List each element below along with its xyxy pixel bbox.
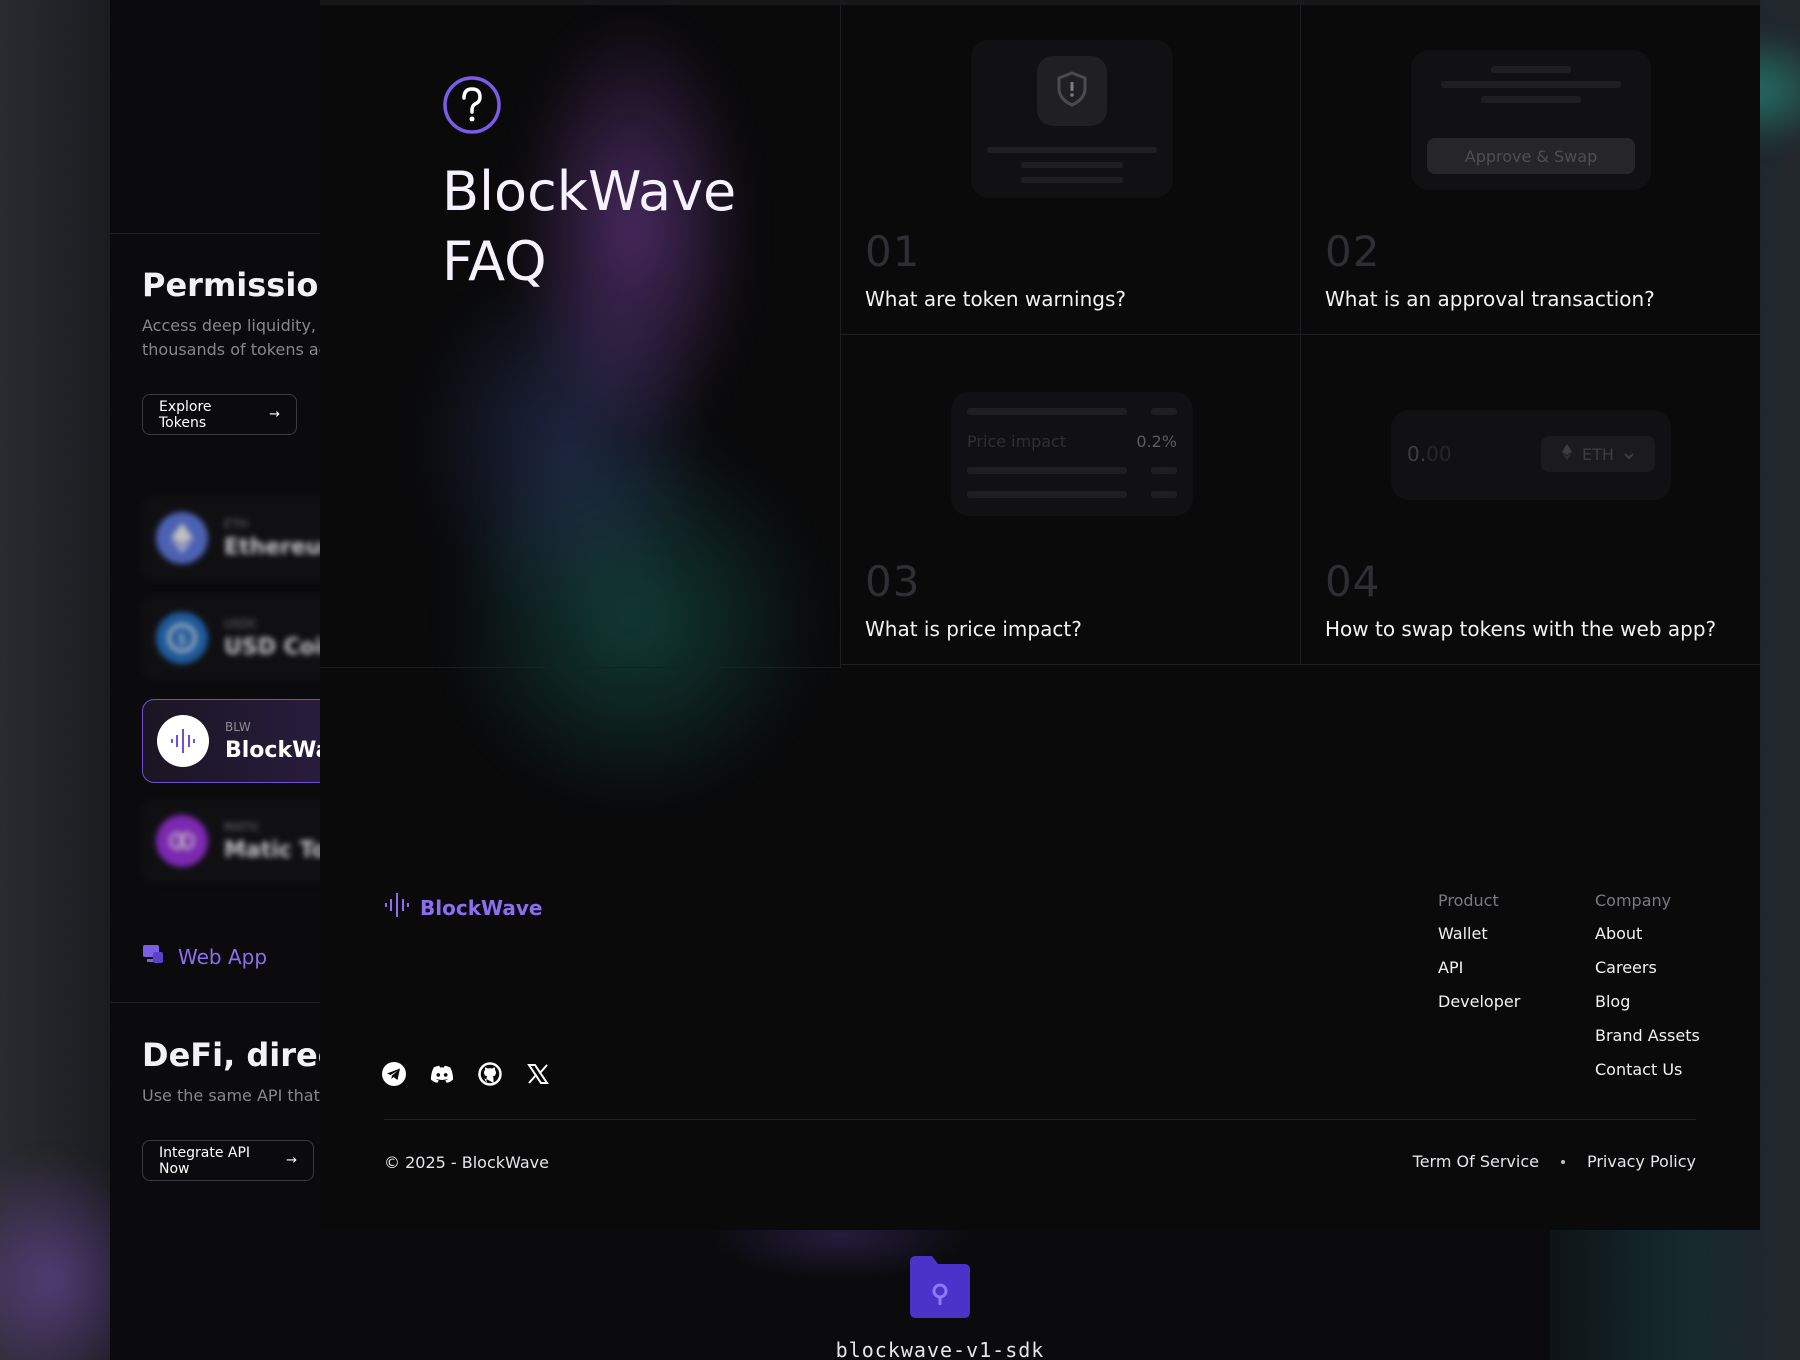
footer-divider	[384, 1119, 1696, 1120]
faq-title-line-2: FAQ	[442, 230, 547, 293]
footer-link-brand-assets[interactable]: Brand Assets	[1595, 1026, 1700, 1045]
footer-link-about[interactable]: About	[1595, 924, 1700, 943]
web-app-label: Web App	[178, 944, 268, 969]
footer-link-careers[interactable]: Careers	[1595, 958, 1700, 977]
amount-display: 0.00	[1407, 442, 1452, 466]
placeholder-bar	[1021, 162, 1123, 168]
faq-title-line-1: BlockWave	[442, 160, 737, 223]
token-name: Matic To	[224, 837, 327, 863]
faq-item-approval-transaction[interactable]: Approve & Swap 02 What is an approval tr…	[1301, 5, 1760, 335]
faq-title: BlockWave FAQ	[442, 157, 736, 297]
faq-item-number: 01	[865, 227, 921, 276]
privacy-policy-link[interactable]: Privacy Policy	[1587, 1152, 1696, 1171]
placeholder-bar	[1491, 66, 1571, 73]
token-select: ETH	[1541, 436, 1655, 472]
chevron-down-icon	[1624, 445, 1634, 464]
footer-column-heading: Product	[1438, 891, 1499, 910]
svg-text:$: $	[177, 629, 187, 648]
web-app-link[interactable]: Web App	[142, 944, 267, 969]
separator-dot	[1560, 1159, 1565, 1164]
ethereum-icon	[156, 512, 208, 564]
placeholder-bar	[967, 491, 1127, 498]
footer-column-company: Company About Careers Blog Brand Assets …	[1595, 891, 1700, 1094]
placeholder-bar	[1441, 81, 1621, 88]
shield-warning-box	[1037, 56, 1107, 126]
price-impact-illustration: Price impact 0.2%	[951, 392, 1193, 516]
arrow-right-icon: →	[269, 407, 280, 422]
placeholder-bar	[1151, 408, 1177, 415]
telegram-icon[interactable]	[382, 1062, 406, 1086]
footer-link-contact-us[interactable]: Contact Us	[1595, 1060, 1700, 1079]
footer-brand-link[interactable]: BlockWave	[384, 893, 542, 922]
shield-icon	[1056, 71, 1088, 111]
integrate-api-button[interactable]: Integrate API Now →	[142, 1140, 314, 1181]
token-symbol: BLW	[225, 719, 251, 734]
folder-icon[interactable]	[906, 1252, 974, 1320]
faq-panel: BlockWave FAQ 01 What are token warnings…	[320, 0, 1760, 1230]
usd-coin-icon: $	[156, 612, 208, 664]
blockwave-logo-icon	[157, 715, 209, 767]
price-impact-label: Price impact	[967, 432, 1067, 451]
footer-column-heading: Company	[1595, 891, 1672, 910]
placeholder-bar	[987, 147, 1157, 153]
ethereum-icon	[1562, 444, 1573, 464]
x-icon[interactable]	[526, 1062, 550, 1086]
folder-label: blockwave-v1-sdk	[835, 1338, 1045, 1360]
footer-column-product: Product Wallet API Developer	[1438, 891, 1520, 1026]
blockwave-logo-icon	[384, 893, 410, 922]
arrow-right-icon: →	[286, 1153, 297, 1168]
footer-link-api[interactable]: API	[1438, 958, 1520, 977]
approve-swap-button: Approve & Swap	[1427, 138, 1635, 174]
web-app-icon	[142, 944, 164, 969]
footer-brand-name: BlockWave	[420, 895, 543, 920]
faq-divider	[320, 667, 841, 668]
matic-icon	[156, 815, 208, 867]
placeholder-bar	[967, 408, 1127, 415]
placeholder-bar	[1021, 177, 1123, 183]
placeholder-bar	[967, 467, 1127, 474]
explore-tokens-label: Explore Tokens	[159, 398, 212, 431]
faq-item-token-warnings[interactable]: 01 What are token warnings?	[841, 5, 1301, 335]
legal-links: Term Of Service Privacy Policy	[1413, 1152, 1696, 1171]
faq-item-swap-tokens[interactable]: 0.00 ETH 04 How to swap tokens with the …	[1301, 335, 1760, 665]
faq-item-price-impact[interactable]: Price impact 0.2% 03 What is price impac…	[841, 335, 1301, 665]
token-name: BlockWa	[225, 737, 331, 763]
explore-tokens-button[interactable]: Explore Tokens →	[142, 394, 297, 435]
placeholder-bar	[1151, 491, 1177, 498]
token-warning-illustration	[971, 40, 1173, 198]
faq-item-number: 04	[1325, 557, 1381, 606]
defi-description: Use the same API that p	[142, 1086, 336, 1105]
copyright-text: © 2025 - BlockWave	[384, 1153, 549, 1172]
placeholder-bar	[1151, 467, 1177, 474]
social-links	[382, 1062, 550, 1086]
question-mark-icon	[442, 75, 502, 139]
faq-item-question: What are token warnings?	[865, 287, 1127, 311]
swap-input-illustration: 0.00 ETH	[1391, 410, 1671, 500]
footer-link-wallet[interactable]: Wallet	[1438, 924, 1520, 943]
faq-item-number: 02	[1325, 227, 1381, 276]
discord-icon[interactable]	[430, 1062, 454, 1086]
amount-int: 0.	[1407, 442, 1427, 466]
amount-dec: 00	[1426, 442, 1452, 466]
terms-of-service-link[interactable]: Term Of Service	[1413, 1152, 1539, 1171]
faq-item-question: What is an approval transaction?	[1325, 287, 1655, 311]
github-icon[interactable]	[478, 1062, 502, 1086]
token-select-label: ETH	[1582, 444, 1614, 464]
approval-illustration: Approve & Swap	[1411, 50, 1651, 190]
price-impact-value: 0.2%	[1136, 432, 1177, 451]
integrate-api-label: Integrate API Now	[159, 1144, 251, 1177]
faq-item-number: 03	[865, 557, 921, 606]
token-symbol: MATIC	[224, 819, 261, 834]
faq-item-question: What is price impact?	[865, 617, 1082, 641]
placeholder-bar	[1481, 96, 1581, 103]
hero-description: Access deep liquidity, e thousands of to…	[142, 316, 331, 359]
faq-item-question: How to swap tokens with the web app?	[1325, 617, 1717, 641]
footer-link-developer[interactable]: Developer	[1438, 992, 1520, 1011]
faq-header-section: BlockWave FAQ	[320, 5, 841, 667]
footer-link-blog[interactable]: Blog	[1595, 992, 1700, 1011]
